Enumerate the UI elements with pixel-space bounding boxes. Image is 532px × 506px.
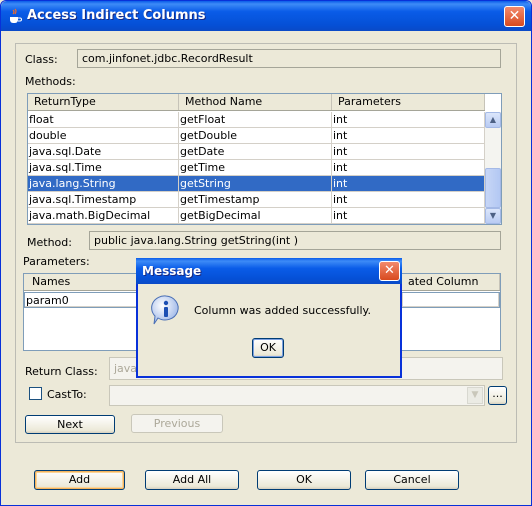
- table-row[interactable]: java.sql.Date getDate int: [28, 144, 485, 160]
- add-button[interactable]: Add: [34, 470, 125, 490]
- scrollbar-thumb[interactable]: [485, 168, 501, 208]
- methods-label: Methods:: [25, 75, 76, 88]
- methods-scrollbar[interactable]: ▲ ▼: [485, 112, 501, 224]
- message-ok-button[interactable]: OK: [252, 338, 284, 358]
- cast-to-combobox[interactable]: ▼: [109, 385, 485, 406]
- methods-table: ReturnType Method Name Parameters float …: [27, 93, 502, 225]
- cell-method-name: getTime: [179, 160, 332, 176]
- window-close-button[interactable]: ✕: [504, 6, 525, 27]
- window-title: Access Indirect Columns: [27, 8, 206, 23]
- message-dialog: Message ✕ Column was added successfully.…: [136, 258, 402, 378]
- cell-parameters: int: [332, 144, 485, 160]
- scroll-down-arrow-icon[interactable]: ▼: [485, 208, 501, 224]
- cell-parameters: int: [332, 176, 485, 192]
- java-cup-icon: [10, 8, 22, 23]
- cell-method-name: getString: [179, 176, 332, 192]
- cell-parameters: int: [332, 160, 485, 176]
- ok-button[interactable]: OK: [257, 470, 351, 490]
- chevron-down-icon[interactable]: ▼: [467, 387, 483, 404]
- table-row[interactable]: java.sql.Time getTime int: [28, 160, 485, 176]
- class-field: com.jinfonet.jdbc.RecordResult: [77, 49, 501, 68]
- column-header-parameters[interactable]: Parameters: [332, 94, 485, 110]
- message-title-bar[interactable]: Message ✕: [136, 258, 402, 284]
- table-row[interactable]: float getFloat int: [28, 112, 485, 128]
- title-bar[interactable]: Access Indirect Columns ✕: [1, 1, 531, 31]
- table-row[interactable]: java.math.BigDecimal getBigDecimal int: [28, 208, 485, 224]
- parameters-label: Parameters:: [23, 255, 90, 268]
- message-close-button[interactable]: ✕: [379, 261, 400, 281]
- return-class-label: Return Class:: [25, 365, 98, 378]
- method-field: public java.lang.String getString(int ): [89, 231, 501, 250]
- cell-returntype: java.math.BigDecimal: [28, 208, 179, 224]
- next-button[interactable]: Next: [25, 415, 115, 434]
- cell-parameters: int: [332, 128, 485, 144]
- message-title: Message: [142, 264, 202, 278]
- cell-returntype: float: [28, 112, 179, 128]
- column-header-related-column[interactable]: ated Column: [402, 274, 500, 290]
- cancel-button[interactable]: Cancel: [365, 470, 459, 490]
- previous-button[interactable]: Previous: [131, 414, 223, 433]
- table-row[interactable]: java.sql.Timestamp getTimestamp int: [28, 192, 485, 208]
- method-label: Method:: [27, 236, 72, 249]
- cell-method-name: getDouble: [179, 128, 332, 144]
- cell-parameters: int: [332, 112, 485, 128]
- cell-returntype: java.lang.String: [28, 176, 179, 192]
- methods-table-body: float getFloat int double getDouble int …: [28, 112, 485, 224]
- cast-to-checkbox[interactable]: [29, 387, 42, 400]
- table-row[interactable]: double getDouble int: [28, 128, 485, 144]
- cell-returntype: double: [28, 128, 179, 144]
- cell-method-name: getDate: [179, 144, 332, 160]
- cell-returntype: java.sql.Time: [28, 160, 179, 176]
- cell-method-name: getBigDecimal: [179, 208, 332, 224]
- table-row-selected[interactable]: java.lang.String getString int: [28, 176, 485, 192]
- cell-related-column[interactable]: [403, 293, 499, 307]
- cell-parameters: int: [332, 192, 485, 208]
- browse-button[interactable]: ...: [488, 386, 507, 405]
- class-label: Class:: [25, 53, 58, 66]
- scroll-up-arrow-icon[interactable]: ▲: [485, 112, 501, 128]
- info-icon: [151, 295, 179, 325]
- column-header-method-name[interactable]: Method Name: [179, 94, 332, 110]
- cell-returntype: java.sql.Date: [28, 144, 179, 160]
- cast-to-label: CastTo:: [47, 388, 87, 401]
- cell-method-name: getTimestamp: [179, 192, 332, 208]
- cell-returntype: java.sql.Timestamp: [28, 192, 179, 208]
- access-indirect-columns-window: Access Indirect Columns ✕ Class: com.jin…: [0, 0, 532, 506]
- add-all-button[interactable]: Add All: [145, 470, 239, 490]
- message-text: Column was added successfully.: [194, 304, 371, 317]
- column-header-returntype[interactable]: ReturnType: [28, 94, 179, 110]
- cell-parameters: int: [332, 208, 485, 224]
- cell-method-name: getFloat: [179, 112, 332, 128]
- methods-table-header: ReturnType Method Name Parameters: [28, 94, 485, 111]
